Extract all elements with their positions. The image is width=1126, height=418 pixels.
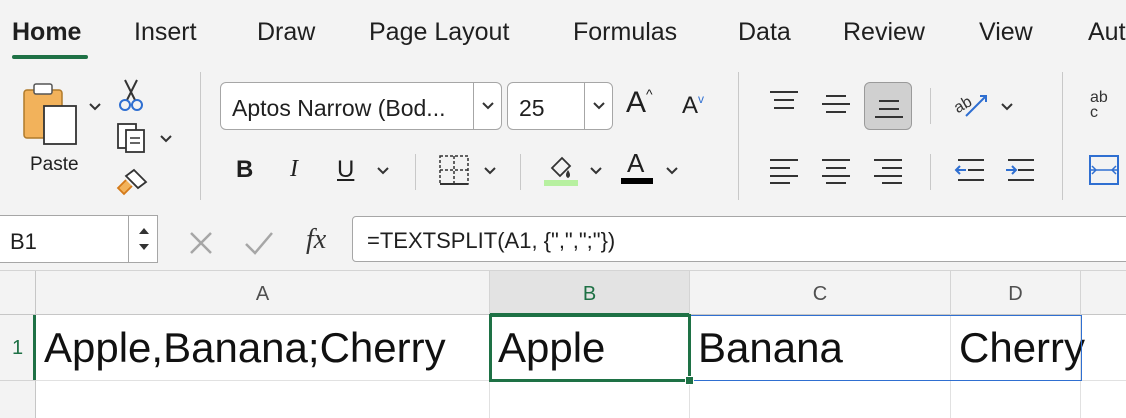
column-header-c[interactable]: C (690, 271, 951, 315)
decrease-font-size-button[interactable]: Av (682, 92, 704, 120)
font-name-value: Aptos Narrow (Bod... (232, 95, 446, 121)
decrease-indent-icon[interactable] (954, 156, 988, 184)
cell-e1[interactable] (1081, 315, 1126, 381)
worksheet-grid: A B C D 1 Apple,Banana;Cherry Apple Bana… (0, 270, 1126, 418)
ribbon-separator (200, 72, 201, 200)
tab-home[interactable]: Home (12, 18, 81, 47)
ribbon-separator (1062, 72, 1063, 200)
fill-handle[interactable] (685, 376, 694, 385)
select-all-corner[interactable] (0, 271, 36, 315)
row-2 (36, 381, 1126, 418)
ribbon-separator (415, 154, 416, 190)
column-header-d[interactable]: D (951, 271, 1081, 315)
cell-c2[interactable] (690, 381, 951, 418)
formula-text: =TEXTSPLIT(A1, {",",";"}) (367, 228, 616, 253)
font-size-combobox[interactable]: 25 (507, 82, 613, 130)
row-header-1[interactable]: 1 (0, 315, 36, 381)
up-down-arrows-icon (139, 228, 149, 250)
tab-view[interactable]: View (979, 18, 1033, 47)
orientation-icon[interactable]: ab (952, 86, 992, 122)
align-bottom-button[interactable] (864, 82, 912, 130)
bold-button[interactable]: B (236, 156, 253, 184)
ribbon-separator (930, 88, 931, 124)
column-header-a[interactable]: A (36, 271, 490, 315)
font-color-chevron-down-icon[interactable] (665, 166, 679, 176)
paste-chevron-down-icon[interactable] (88, 102, 102, 112)
cell-d2[interactable] (951, 381, 1081, 418)
align-middle-icon[interactable] (820, 92, 852, 120)
font-color-swatch (621, 178, 653, 184)
borders-chevron-down-icon[interactable] (483, 166, 497, 176)
fill-color-chevron-down-icon[interactable] (589, 166, 603, 176)
name-box-stepper[interactable] (128, 216, 157, 262)
align-top-icon[interactable] (768, 88, 800, 116)
row-header-2[interactable] (0, 381, 36, 418)
insert-function-button[interactable]: fx (306, 224, 326, 256)
align-center-icon[interactable] (820, 156, 852, 184)
tab-review[interactable]: Review (843, 18, 925, 47)
font-name-combobox[interactable]: Aptos Narrow (Bod... (220, 82, 502, 130)
cell-a1[interactable]: Apple,Banana;Cherry (36, 315, 490, 381)
font-size-value: 25 (519, 95, 545, 121)
formula-bar: B1 fx =TEXTSPLIT(A1, {",",";"}) (0, 210, 1126, 270)
column-header-label: A (255, 283, 270, 305)
ribbon-separator (738, 72, 739, 200)
underline-chevron-down-icon[interactable] (376, 166, 390, 176)
font-color-icon: A (627, 148, 645, 178)
ribbon-tab-bar: Home Insert Draw Page Layout Formulas Da… (0, 0, 1126, 62)
align-bottom-icon (875, 100, 903, 118)
name-box[interactable]: B1 (0, 215, 158, 263)
font-size-dropdown[interactable] (584, 83, 612, 129)
chevron-down-icon (593, 102, 605, 110)
shrink-font-icon: A (682, 92, 699, 119)
cell-a2[interactable] (36, 381, 490, 418)
copy-chevron-down-icon[interactable] (159, 134, 173, 144)
row-header-label: 1 (11, 337, 24, 359)
active-tab-indicator (12, 55, 88, 59)
cell-a1-value: Apple,Banana;Cherry (44, 324, 446, 371)
grow-font-icon: A (626, 86, 647, 119)
formula-input[interactable]: =TEXTSPLIT(A1, {",",";"}) (352, 216, 1126, 262)
underline-button[interactable]: U (337, 156, 354, 184)
active-cell-border (489, 314, 691, 382)
chevron-down-icon (482, 102, 494, 110)
orientation-chevron-down-icon[interactable] (1000, 102, 1014, 112)
font-name-dropdown[interactable] (473, 83, 501, 129)
paste-label: Paste (30, 154, 79, 175)
tab-page-layout[interactable]: Page Layout (369, 18, 509, 47)
tab-formulas[interactable]: Formulas (573, 18, 677, 47)
column-header-row: A B C D (0, 270, 1126, 316)
copy-icon[interactable] (116, 122, 150, 154)
clipboard-icon (23, 83, 77, 145)
font-color-button[interactable]: A (621, 148, 653, 186)
merge-center-icon[interactable] (1088, 154, 1120, 186)
align-right-icon[interactable] (872, 156, 904, 184)
italic-button[interactable]: I (290, 156, 298, 183)
ribbon-separator (930, 154, 931, 190)
cell-b2[interactable] (490, 381, 690, 418)
enter-check-icon[interactable] (244, 230, 274, 256)
increase-font-size-button[interactable]: A^ (626, 86, 653, 120)
increase-indent-icon[interactable] (1004, 156, 1038, 184)
paste-button[interactable] (20, 82, 90, 148)
scissors-icon[interactable] (117, 78, 145, 112)
ribbon-home: Paste Aptos Narrow (Bod... 25 A^ Av B I … (0, 62, 1126, 210)
name-box-value: B1 (10, 229, 37, 254)
column-header-b[interactable]: B (490, 271, 690, 316)
fill-color-icon[interactable] (542, 150, 578, 186)
cancel-icon[interactable] (188, 230, 214, 256)
column-header-label: D (1008, 283, 1023, 305)
tab-data[interactable]: Data (738, 18, 791, 47)
align-left-icon[interactable] (768, 156, 800, 184)
tab-draw[interactable]: Draw (257, 18, 315, 47)
tab-insert[interactable]: Insert (134, 18, 197, 47)
column-header-label: C (812, 283, 828, 305)
column-header-label: B (582, 283, 597, 305)
ribbon-separator (520, 154, 521, 190)
svg-text:ab: ab (952, 93, 975, 117)
format-painter-icon[interactable] (114, 166, 150, 198)
wrap-text-button[interactable]: ab c (1090, 90, 1120, 121)
borders-icon[interactable] (438, 154, 470, 186)
tab-automate[interactable]: Aut (1088, 18, 1126, 47)
